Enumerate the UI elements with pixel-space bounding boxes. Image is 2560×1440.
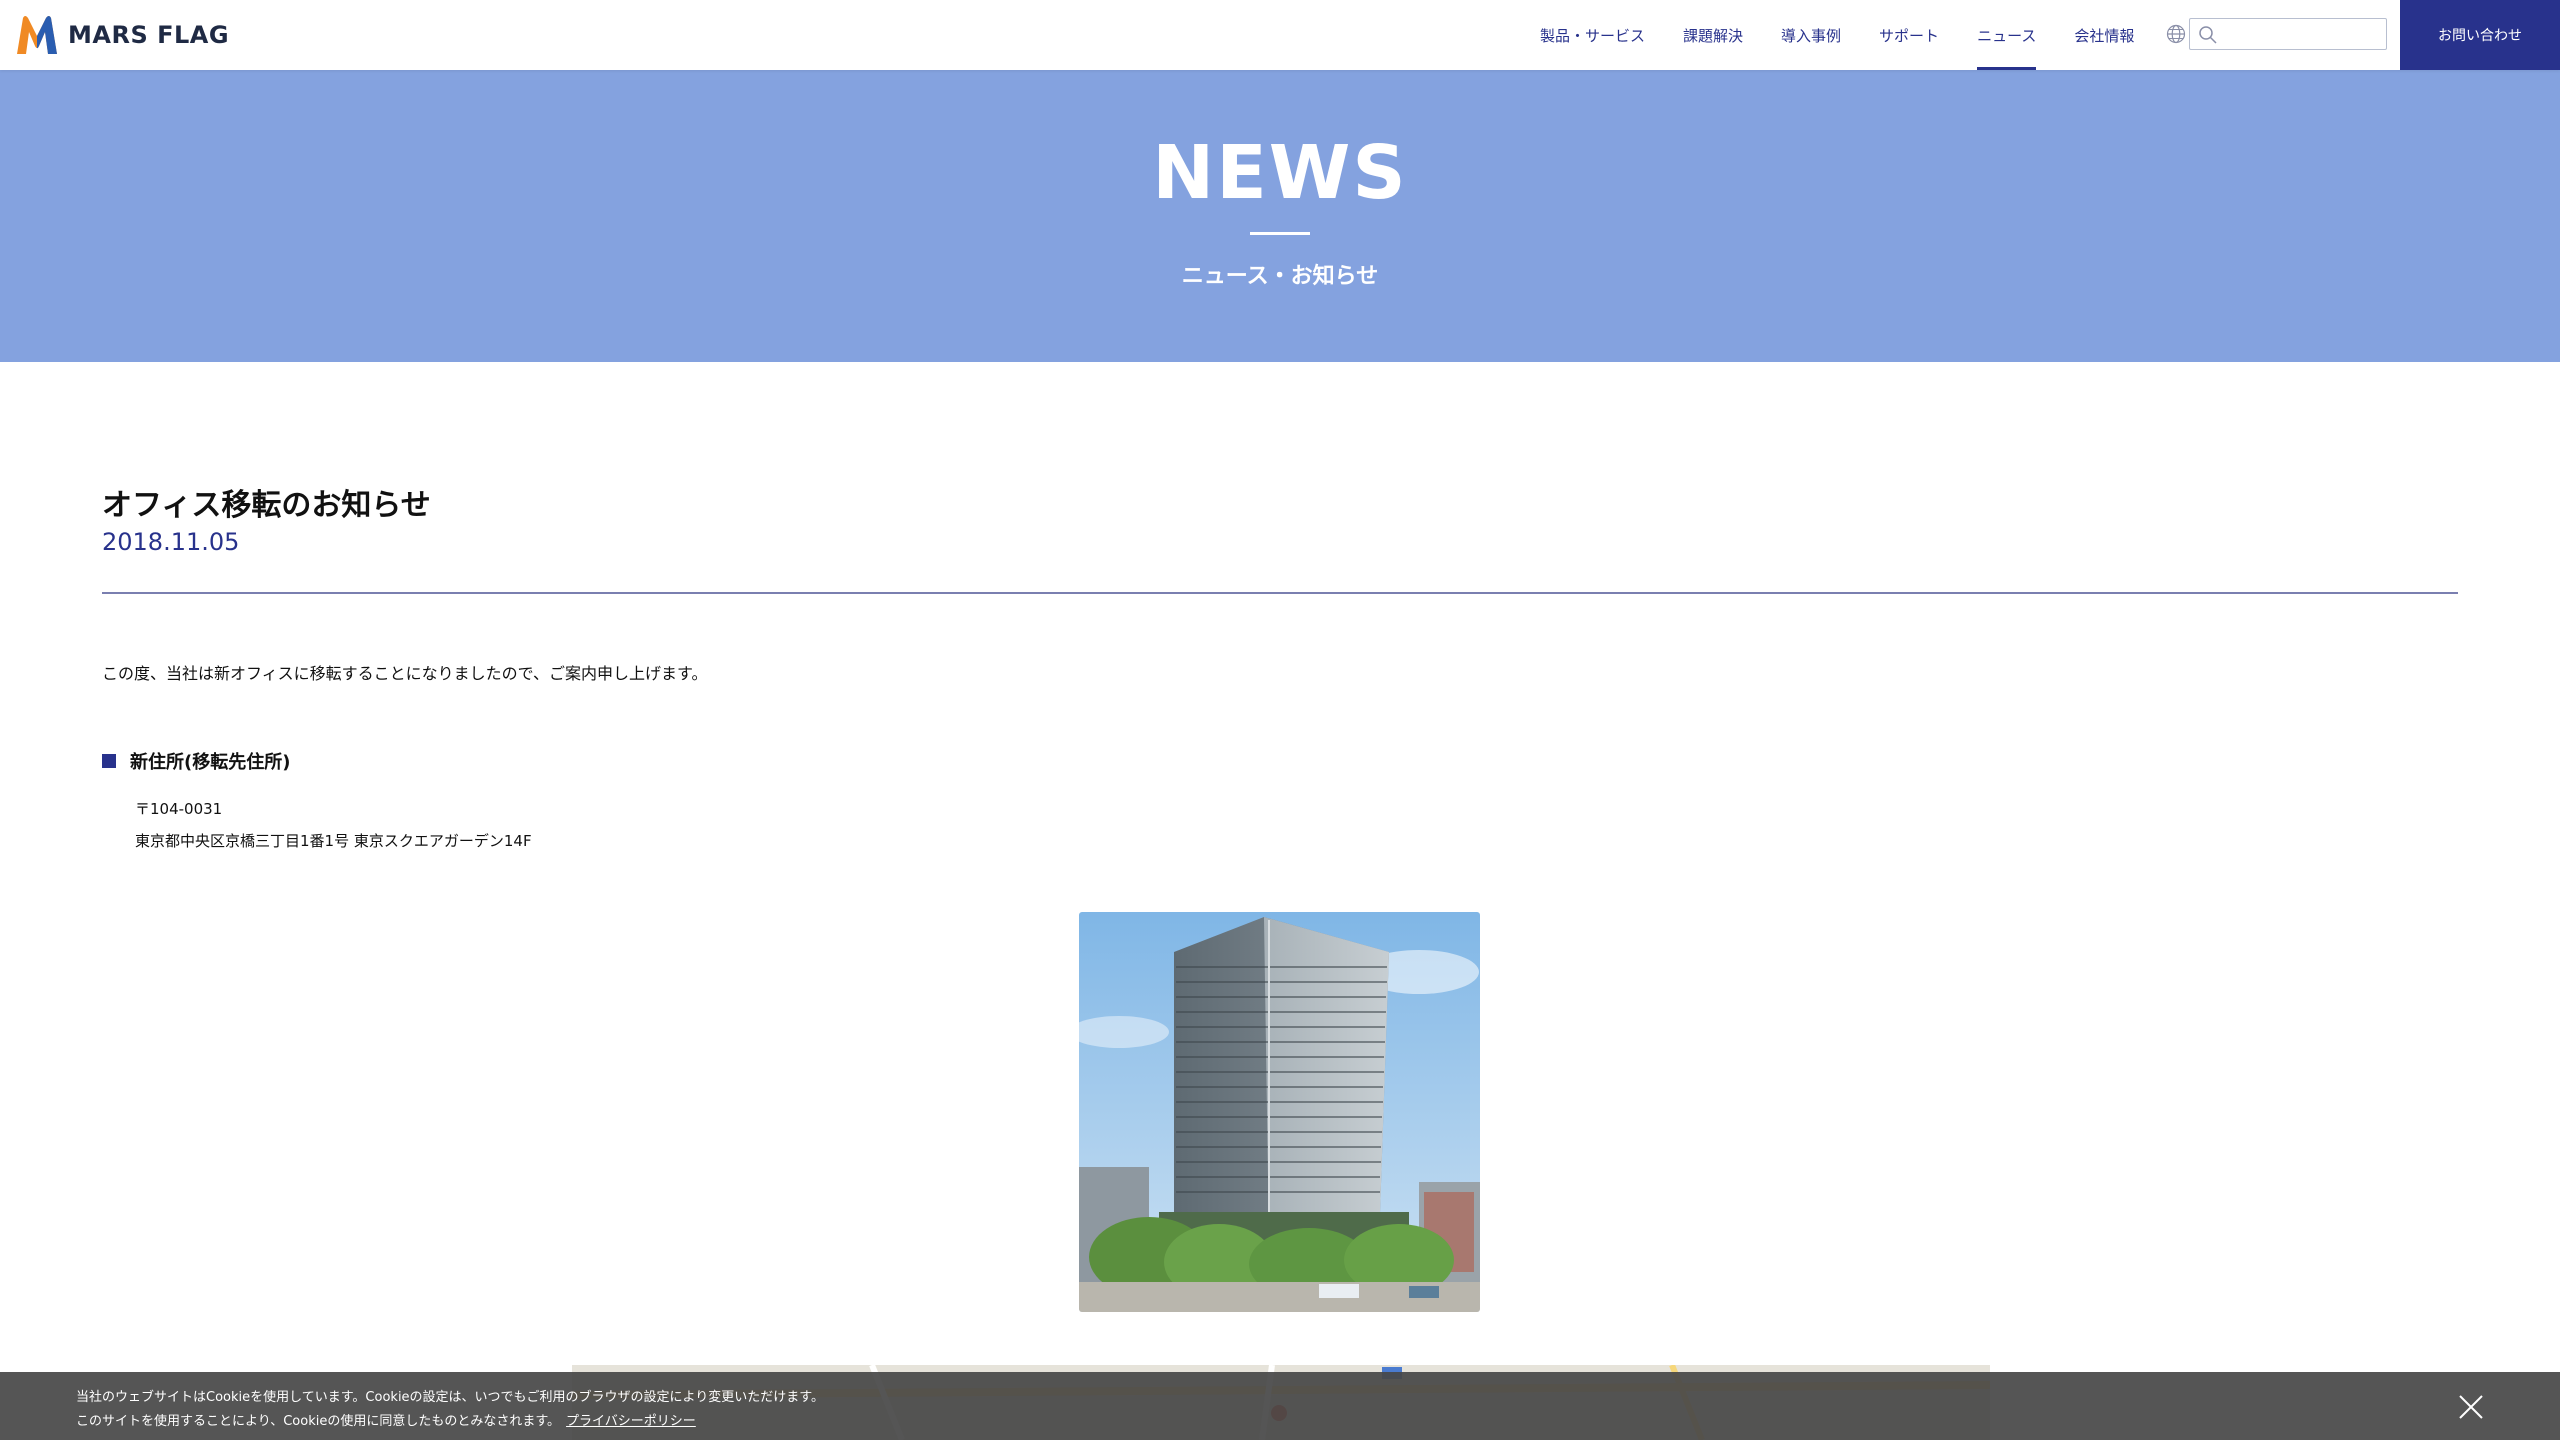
postal-code: 〒104-0031 (135, 800, 223, 818)
nav-company[interactable]: 会社情報 (2074, 0, 2134, 70)
page-hero: NEWS ニュース・お知らせ (0, 70, 2560, 362)
site-header: MARS FLAG 製品・サービス 課題解決 導入事例 サポート ニュース 会社… (0, 0, 2560, 70)
search-input[interactable] (2224, 21, 2384, 49)
hero-title: NEWS (1152, 130, 1408, 216)
cookie-banner: 当社のウェブサイトはCookieを使用しています。Cookieの設定は、いつでも… (0, 1372, 2560, 1440)
nav-case-studies[interactable]: 導入事例 (1781, 0, 1841, 70)
privacy-policy-link[interactable]: プライバシーポリシー (566, 1414, 696, 1429)
hero-subtitle: ニュース・お知らせ (1181, 264, 1379, 289)
square-bullet-icon (102, 754, 116, 768)
globe-icon[interactable] (2166, 24, 2186, 44)
address: 東京都中央区京橋三丁目1番1号 東京スクエアガーデン14F (135, 832, 532, 850)
search-icon[interactable] (2198, 25, 2218, 45)
cookie-text-line1: 当社のウェブサイトはCookieを使用しています。Cookieの設定は、いつでも… (76, 1390, 824, 1405)
mars-flag-logo-icon (17, 16, 57, 54)
article-divider (102, 592, 2458, 594)
section-heading: 新住所(移転先住所) (102, 748, 290, 774)
logo[interactable]: MARS FLAG (14, 14, 229, 56)
cookie-text-line2-body: このサイトを使用することにより、Cookieの使用に同意したものとみなされます。 (76, 1414, 561, 1429)
article-intro: この度、当社は新オフィスに移転することになりましたので、ご案内申し上げます。 (102, 664, 708, 683)
nav-solutions[interactable]: 課題解決 (1683, 0, 1743, 70)
article-title: オフィス移転のお知らせ (102, 488, 431, 523)
nav-products[interactable]: 製品・サービス (1540, 0, 1645, 70)
close-icon[interactable] (2458, 1394, 2484, 1420)
cookie-text-line2: このサイトを使用することにより、Cookieの使用に同意したものとみなされます。… (76, 1410, 696, 1429)
hero-divider (1250, 232, 1310, 235)
contact-button[interactable]: お問い合わせ (2400, 0, 2560, 70)
search-box (2189, 18, 2387, 50)
main-nav: 製品・サービス 課題解決 導入事例 サポート ニュース 会社情報 (1540, 0, 2172, 70)
building-photo (1079, 912, 1480, 1312)
logo-text: MARS FLAG (68, 21, 230, 49)
nav-support[interactable]: サポート (1879, 0, 1939, 70)
section-heading-text: 新住所(移転先住所) (130, 752, 291, 773)
article-date: 2018.11.05 (102, 528, 240, 556)
nav-news[interactable]: ニュース (1977, 0, 2037, 70)
